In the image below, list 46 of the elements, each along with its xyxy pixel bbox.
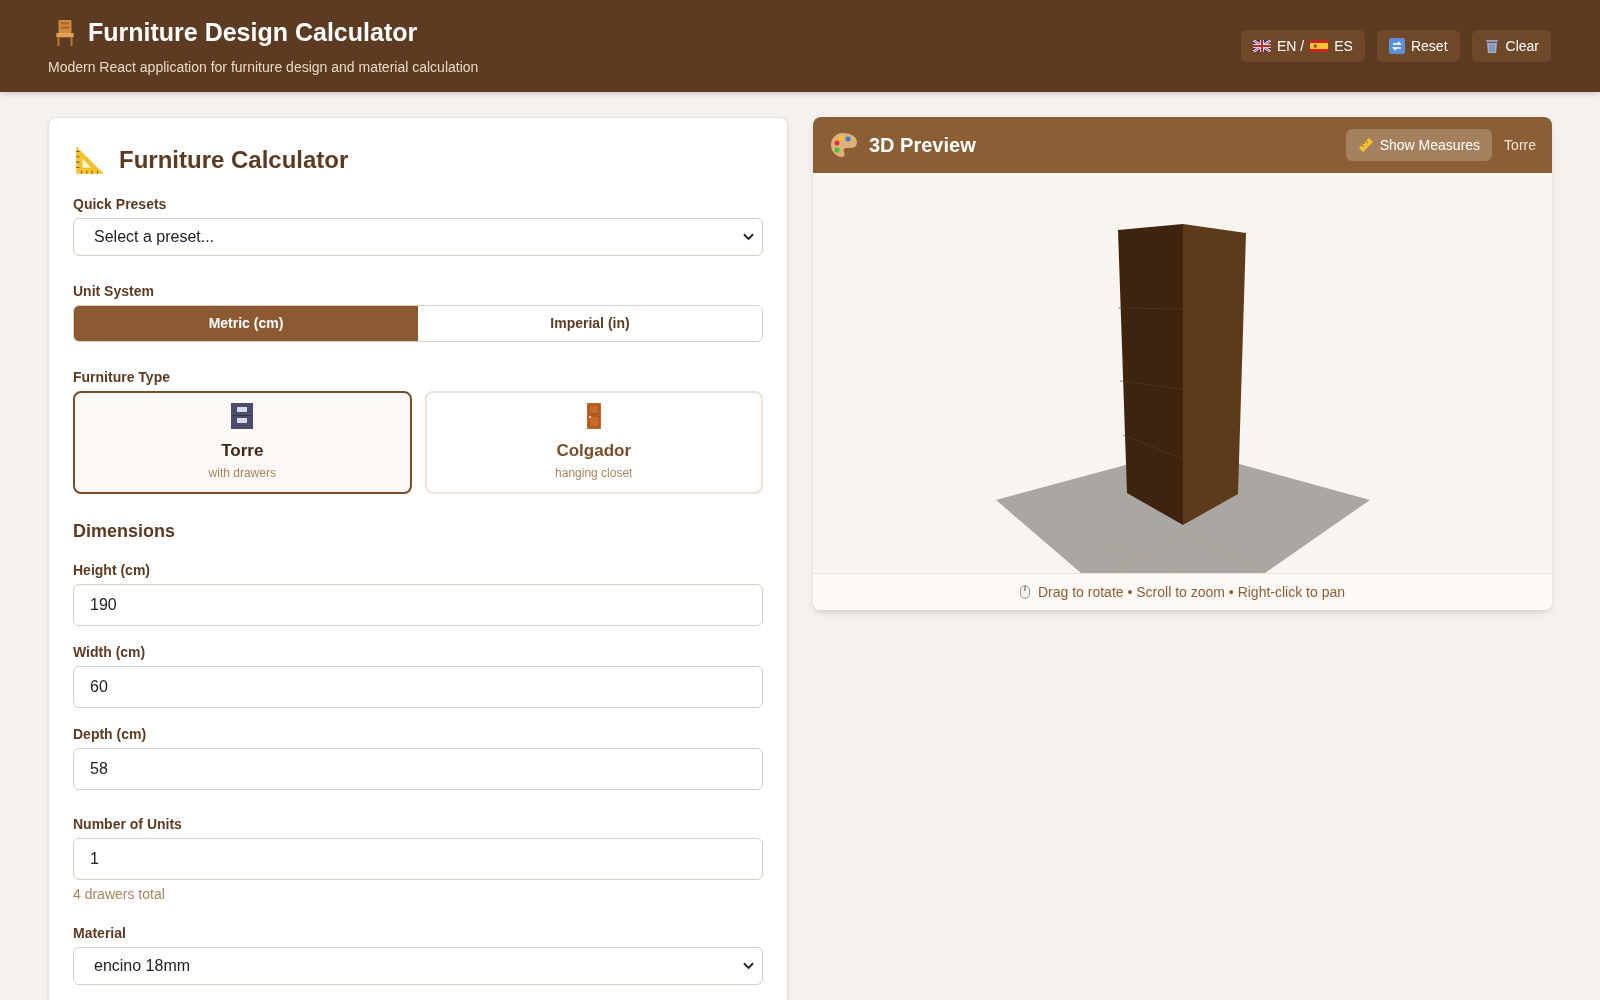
field-label: Material [73,925,127,941]
clear-button[interactable]: Clear [1471,30,1551,62]
unit-tab[interactable]: Metric (cm) [74,306,418,341]
palette-icon [829,131,857,159]
furniture-label: Torre [1504,135,1536,155]
furniture-type-card[interactable]: Torre with drawers [73,391,412,494]
preview-title: 3D Preview [869,133,976,158]
hint-text: 4 drawers total [73,885,166,903]
reset-icon [1388,38,1405,54]
controls-hint: Drag to rotate • Scroll to zoom • Right-click to pan [1037,582,1345,602]
field-label: Number of Units [73,816,183,832]
field-label: Furniture Type [73,369,171,385]
chevron-down-icon [743,962,754,970]
door-icon [586,403,601,430]
input-field[interactable]: 1 [73,838,763,880]
chevron-down-icon [743,233,754,241]
input-field[interactable]: 60 [73,666,763,708]
flag-icon [1253,40,1272,52]
input-field[interactable]: 190 [73,584,763,626]
flag-icon [1310,40,1329,52]
field-label: Quick Presets [73,196,168,212]
reset-button[interactable]: Reset [1376,30,1460,62]
panel-title: Furniture Calculator [119,145,349,175]
field-label: Unit System [73,283,155,299]
furniture-type-card[interactable]: Colgador hanging closet [424,391,763,494]
ruler-icon [1357,137,1374,153]
field-label: Depth (cm) [73,726,148,742]
language-button[interactable]: EN / ES [1241,30,1365,62]
dropdown[interactable]: Select a preset... [73,218,763,256]
type-description: with drawers [208,464,276,482]
section-title: Dimensions [73,520,177,542]
show-measures-button[interactable]: Show Measures [1345,129,1493,161]
dropdown[interactable]: encino 18mm [73,947,763,985]
trash-icon [1483,38,1500,54]
triangle-ruler-icon [73,143,107,177]
app-title: Furniture Design Calculator [88,16,418,48]
field-label: Width (cm) [73,644,147,660]
type-name: Colgador [556,440,632,463]
mouse-icon [1019,585,1030,599]
drawer-cabinet-icon [231,403,254,430]
field-label: Height (cm) [73,562,151,578]
input-field[interactable]: 58 [73,748,763,790]
app-subtitle: Modern React application for furniture design and material calculation [48,58,479,78]
type-description: hanging closet [555,464,633,482]
chair-icon [54,18,76,47]
type-name: Torre [221,440,264,463]
